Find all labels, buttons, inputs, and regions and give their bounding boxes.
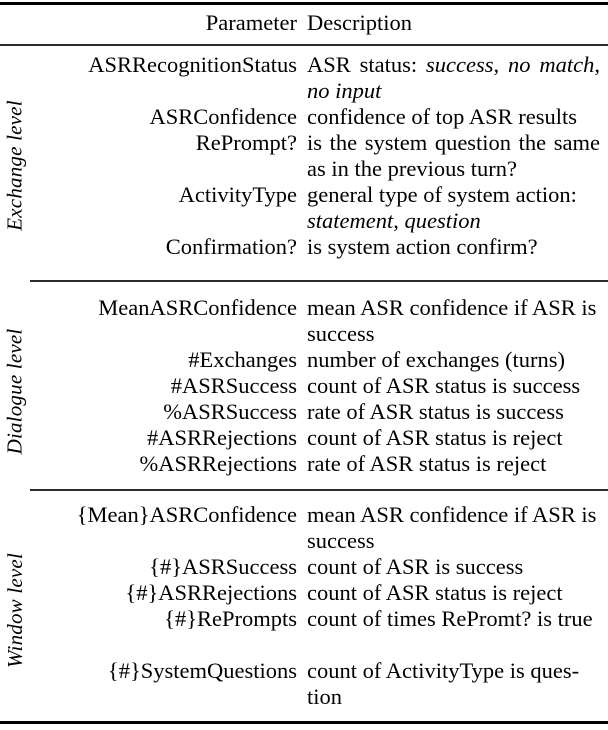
parameter-cell: RePrompt? <box>195 130 297 155</box>
description-cell: mean ASR confidence if ASR is success <box>307 295 597 346</box>
parameter-cell: {#}ASRRejections <box>125 580 297 605</box>
parameter-cell: {#}SystemQuestions <box>107 658 297 683</box>
section-exchange-level: Exchange level ASRRecognitionStatus ASR s… <box>0 52 608 278</box>
table-header-row: Parameter Description <box>0 8 608 42</box>
table-row: Confirmation? is system action confirm? <box>0 234 608 260</box>
description-cell: count of ASR status is reject <box>307 425 563 450</box>
table-row: #Exchanges number of exchanges (turns) <box>0 347 608 373</box>
parameter-cell: #ASRSuccess <box>170 373 297 398</box>
description-cell: count of ASR is success <box>307 554 524 579</box>
table-row: #ASRRejections count of ASR status is rej… <box>0 425 608 451</box>
description-cell: count of times RePromt? is true <box>307 606 593 631</box>
table-row: ASRConfidence confidence of top ASR resul… <box>0 104 608 130</box>
parameter-cell: ASRRecognitionStatus <box>88 52 297 77</box>
section-window-level: Window level {Mean}ASRConfidence mean ASR… <box>0 502 608 718</box>
description-cell: is the system question the same as in th… <box>307 130 600 181</box>
description-cell: rate of ASR status is success <box>307 399 564 424</box>
section-exchange-level-rows: ASRRecognitionStatus ASR status: success,… <box>0 52 608 260</box>
table-bottom-rule <box>0 721 608 724</box>
parameter-cell: #Exchanges <box>188 347 297 372</box>
table-row: %ASRRejections rate of ASR status is reje… <box>0 451 608 477</box>
table-header-rule <box>0 44 608 46</box>
description-cell: count of ASR status is reject <box>307 580 563 605</box>
table-row: ASRRecognitionStatus ASR status: success,… <box>0 52 608 104</box>
table-row: {#}ASRSuccess count of ASR is success <box>0 554 608 580</box>
column-header-parameter: Parameter <box>205 10 297 35</box>
parameter-cell: %ASRRejections <box>139 451 298 476</box>
parameter-cell: %ASRSuccess <box>163 399 297 424</box>
section-separator-rule-exchange <box>30 280 608 282</box>
table-top-rule <box>0 2 608 5</box>
description-cell: rate of ASR status is reject <box>307 451 547 476</box>
parameter-description-table: Parameter Description Exchange level ASR… <box>0 0 608 730</box>
section-dialogue-level-rows: MeanASRConfidence mean ASR confidence if … <box>0 295 608 477</box>
table-row: {#}SystemQuestions count of ActivityType … <box>0 658 608 710</box>
table-row: {#}RePrompts count of times RePromt? is t… <box>0 606 608 658</box>
section-separator-rule-dialogue <box>30 489 608 491</box>
section-window-level-rows: {Mean}ASRConfidence mean ASR confidence i… <box>0 502 608 710</box>
table-row: ActivityType general type of system actio… <box>0 182 608 234</box>
parameter-cell: {#}RePrompts <box>164 606 297 631</box>
table-row: {Mean}ASRConfidence mean ASR confidence i… <box>0 502 608 554</box>
parameter-cell: ASRConfidence <box>149 104 297 129</box>
description-cell: is system action confirm? <box>307 234 538 259</box>
table-row: {#}ASRRejections count of ASR status is r… <box>0 580 608 606</box>
table-row: #ASRSuccess count of ASR status is succes… <box>0 373 608 399</box>
parameter-cell: ActivityType <box>178 182 297 207</box>
description-cell: general type of system action: statement… <box>307 182 577 233</box>
parameter-cell: {Mean}ASRConfidence <box>76 502 297 527</box>
description-cell: ASR status: success, no match, no input <box>307 52 600 103</box>
column-header-description: Description <box>307 10 412 35</box>
table-row: %ASRSuccess rate of ASR status is success <box>0 399 608 425</box>
parameter-cell: MeanASRConfidence <box>98 295 297 320</box>
description-cell: confidence of top ASR results <box>307 104 577 129</box>
description-cell: mean ASR confidence if ASR is success <box>307 502 597 553</box>
table-row: RePrompt? is the system question the same… <box>0 130 608 182</box>
description-cell: number of exchanges (turns) <box>307 347 566 372</box>
description-cell: count of ActivityType is ques-tion <box>307 658 580 709</box>
parameter-cell: Confirmation? <box>165 234 297 259</box>
section-dialogue-level: Dialogue level MeanASRConfidence mean ASR… <box>0 295 608 487</box>
parameter-cell: {#}ASRSuccess <box>149 554 297 579</box>
description-cell: count of ASR status is success <box>307 373 581 398</box>
table-row: MeanASRConfidence mean ASR confidence if … <box>0 295 608 347</box>
parameter-cell: #ASRRejections <box>147 425 297 450</box>
